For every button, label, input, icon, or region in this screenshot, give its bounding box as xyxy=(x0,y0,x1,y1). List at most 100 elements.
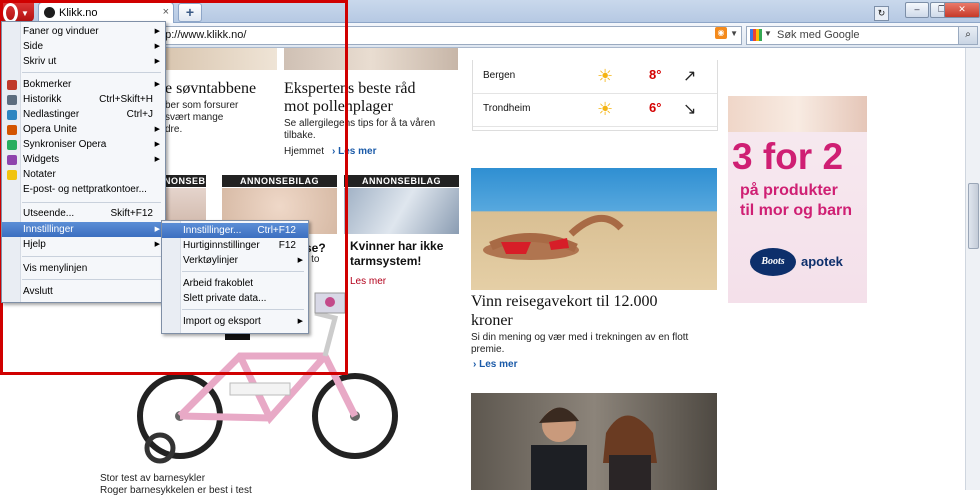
url-text: ttp://www.klikk.no/ xyxy=(159,29,247,41)
menu-item-arbeid-frakoblet[interactable]: Arbeid frakoblet xyxy=(162,276,308,291)
weather-row[interactable]: Trondheim ☀ 6° ↘ xyxy=(473,93,717,127)
menu-item-widgets[interactable]: Widgets ▶ xyxy=(2,152,165,167)
beach-image[interactable] xyxy=(471,168,717,290)
wind-arrow-icon: ↘ xyxy=(683,101,697,118)
tab-close-icon[interactable]: × xyxy=(163,6,169,18)
tab-klikk[interactable]: Klikk.no × xyxy=(38,2,174,23)
submenu-arrow-icon: ▶ xyxy=(154,241,160,248)
menu-item-label: Vis menylinjen xyxy=(23,263,88,274)
new-tab-button[interactable]: + xyxy=(178,3,202,22)
menu-item-vis-menylinjen[interactable]: Vis menylinjen xyxy=(2,261,165,276)
read-more-link[interactable]: › Les mer xyxy=(473,359,517,370)
google-icon[interactable] xyxy=(750,29,762,41)
article-title[interactable]: mot pollenplager xyxy=(284,98,393,116)
menu-item-skriv-ut[interactable]: Skriv ut ▶ xyxy=(2,54,165,69)
submenu-arrow-icon: ▶ xyxy=(297,318,303,325)
chevron-down-icon[interactable]: ▼ xyxy=(764,29,772,38)
opera-main-menu: Faner og vinduer ▶ Side ▶ Skriv ut ▶ Bokmerker… xyxy=(1,21,166,303)
menu-item-utseende[interactable]: Utseende... Skift+F12 xyxy=(2,206,165,221)
menu-item-innstillinger[interactable]: Innstillinger ▶ xyxy=(2,222,165,237)
submenu-arrow-icon: ▶ xyxy=(154,43,160,50)
movie-image[interactable] xyxy=(471,393,717,490)
ad-image[interactable] xyxy=(344,188,459,234)
scrollbar-thumb[interactable] xyxy=(968,183,979,249)
rss-feed-icon[interactable]: ◉ xyxy=(715,27,727,39)
article-image[interactable] xyxy=(165,48,277,70)
ad-title[interactable]: tarmsystem! xyxy=(350,254,421,268)
menu-item-innstillinger[interactable]: Innstillinger... Ctrl+F12 xyxy=(162,223,308,238)
menu-item-hurtiginnstillinger[interactable]: Hurtiginnstillinger F12 xyxy=(162,238,308,253)
tab-title: Klikk.no xyxy=(59,7,98,19)
article-title[interactable]: e søvntabbene xyxy=(165,80,256,98)
submenu-arrow-icon: ▶ xyxy=(154,81,160,88)
opera-menu-button[interactable]: ▼ xyxy=(0,0,34,23)
menu-item-faner-og-vinduer[interactable]: Faner og vinduer ▶ xyxy=(2,24,165,39)
bookmarks-icon xyxy=(7,80,17,90)
article-image[interactable] xyxy=(284,48,458,70)
sun-icon: ☀ xyxy=(597,99,614,119)
menu-separator xyxy=(182,271,304,272)
menu-item-nedlastinger[interactable]: Nedlastinger Ctrl+J xyxy=(2,107,165,122)
menu-item-notater[interactable]: Notater xyxy=(2,167,165,182)
menu-item-verktøylinjer[interactable]: Verktøylinjer ▶ xyxy=(162,253,308,268)
vertical-scrollbar[interactable] xyxy=(965,48,980,490)
menu-item-label: Historikk xyxy=(23,94,62,105)
boots-ad[interactable]: 3 for 2 på produkter til mor og barn Boo… xyxy=(728,96,867,303)
menu-item-synkroniser-opera[interactable]: Synkroniser Opera ▶ xyxy=(2,137,165,152)
article-title[interactable]: Ekspertens beste råd xyxy=(284,80,416,98)
tab-panel-icon[interactable]: ↻ xyxy=(874,6,889,21)
menu-item-shortcut: Skift+F12 xyxy=(110,208,153,219)
address-field[interactable]: ttp://www.klikk.no/ ▼ xyxy=(150,26,742,45)
klikk-favicon-icon xyxy=(44,7,55,18)
submenu-arrow-icon: ▶ xyxy=(154,156,160,163)
article-text: premie. xyxy=(471,344,505,355)
menu-item-import-og-eksport[interactable]: Import og eksport ▶ xyxy=(162,314,308,329)
article-caption: Roger barnesykkelen er best i test xyxy=(100,485,252,496)
ad-subline: på produkter til mor og barn xyxy=(740,181,865,221)
menu-item-shortcut: Ctrl+J xyxy=(126,109,153,120)
read-more-link[interactable]: Les mer xyxy=(350,276,386,287)
menu-item-label: Import og eksport xyxy=(183,316,261,327)
minimize-button[interactable]: – xyxy=(905,2,929,18)
weather-city: Bergen xyxy=(483,70,516,81)
weather-temp: 6° xyxy=(649,100,662,115)
menu-item-hjelp[interactable]: Hjelp ▶ xyxy=(2,237,165,252)
menu-item-label: Hjelp xyxy=(23,239,46,250)
menu-item-bokmerker[interactable]: Bokmerker ▶ xyxy=(2,77,165,92)
menu-item-label: Skriv ut xyxy=(23,56,57,67)
menu-item-label: Widgets xyxy=(23,154,60,165)
search-placeholder: Søk med Google xyxy=(777,29,860,41)
menu-item-label: Innstillinger... xyxy=(183,225,242,236)
search-icon[interactable]: ⌕ xyxy=(958,27,977,44)
menu-item-label: Side xyxy=(23,41,44,52)
menu-item-avslutt[interactable]: Avslutt xyxy=(2,284,165,299)
read-more-link[interactable]: › Les mer xyxy=(332,146,376,157)
ad-title[interactable]: Kvinner har ikke xyxy=(350,239,443,253)
article-text: svært mange xyxy=(165,112,224,123)
menu-item-slett-private-data[interactable]: Slett private data... xyxy=(162,291,308,306)
chevron-down-icon: ▼ xyxy=(21,9,29,18)
menu-separator xyxy=(22,72,161,73)
weather-row[interactable]: Bergen ☀ 8° ↗ xyxy=(473,60,717,94)
menu-item-opera-unite[interactable]: Opera Unite ▶ xyxy=(2,122,165,137)
chevron-down-icon[interactable]: ▼ xyxy=(730,29,738,38)
article-title[interactable]: Vinn reisegavekort til 12.000 xyxy=(471,293,658,311)
menu-item-e-post-og-nettpratkontoer[interactable]: E-post- og nettpratkontoer... xyxy=(2,182,165,197)
menu-item-label: Faner og vinduer xyxy=(23,26,99,37)
article-caption[interactable]: Stor test av barnesykler xyxy=(100,473,205,485)
source-link[interactable]: Hjemmet xyxy=(284,146,324,158)
menu-separator xyxy=(22,202,161,203)
article-title[interactable]: kroner xyxy=(471,312,513,330)
article-text: tilbake. xyxy=(284,130,316,141)
submenu-arrow-icon: ▶ xyxy=(297,257,303,264)
ad-image xyxy=(728,96,867,132)
ad-label: ANNONSEBILAG xyxy=(344,175,459,187)
menu-item-historikk[interactable]: Historikk Ctrl+Skift+H xyxy=(2,92,165,107)
weather-widget: Bergen ☀ 8° ↗ Trondheim ☀ 6° ↘ xyxy=(472,60,718,131)
search-field[interactable]: ▼ Søk med Google ⌕ xyxy=(746,26,978,45)
settings-submenu: Innstillinger... Ctrl+F12 Hurtiginnstillin… xyxy=(161,220,309,334)
menu-item-side[interactable]: Side ▶ xyxy=(2,39,165,54)
close-window-button[interactable]: ✕ xyxy=(944,2,980,18)
opera-logo-icon xyxy=(3,3,18,23)
menu-item-label: Utseende... xyxy=(23,208,75,219)
